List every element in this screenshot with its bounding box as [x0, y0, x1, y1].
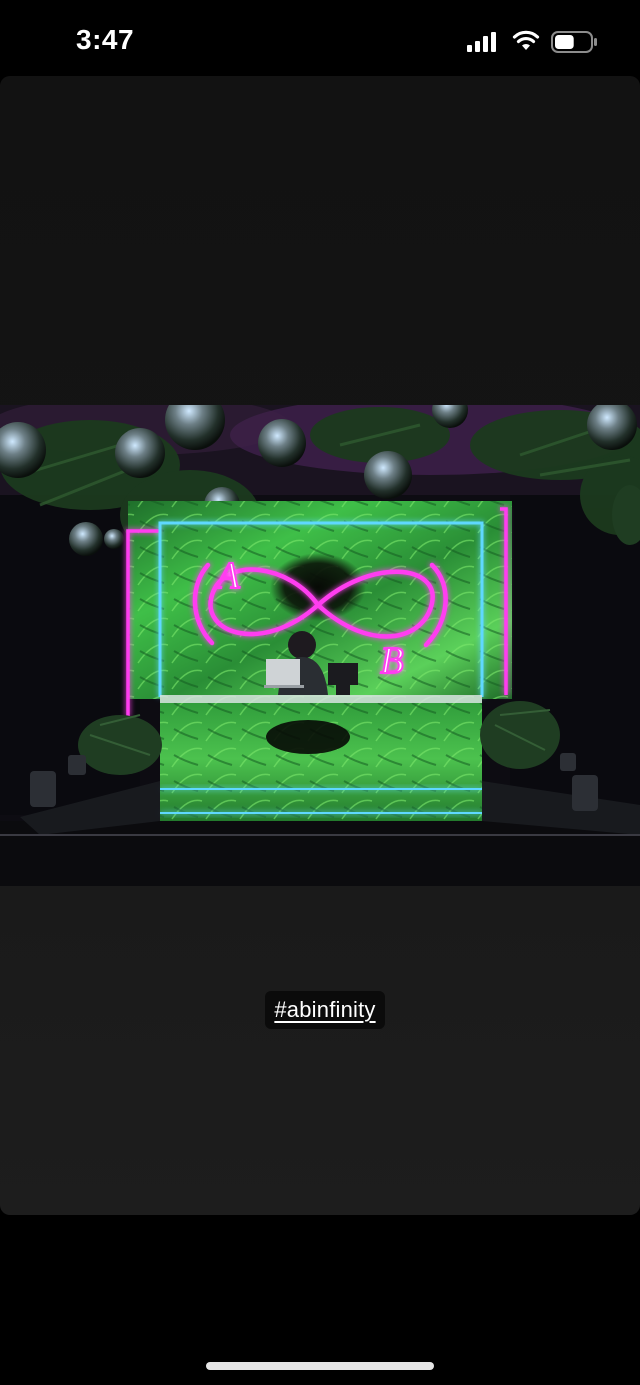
home-indicator[interactable] [206, 1362, 434, 1370]
story-viewer-screen: 3:47 A B #abinfinity [0, 0, 640, 1385]
hashtag-text[interactable]: #abinfinity [274, 997, 375, 1023]
monogram-letter-b: B [380, 640, 403, 682]
hashtag-sticker[interactable]: #abinfinity [265, 991, 385, 1029]
story-photo: A B [0, 405, 640, 886]
battery-icon [551, 31, 597, 53]
monogram-letter-a: A [213, 555, 240, 597]
story-card[interactable]: A B #abinfinity [0, 76, 640, 1215]
signal-icon [467, 32, 496, 52]
status-bar: 3:47 [0, 0, 640, 80]
status-time: 3:47 [76, 24, 135, 55]
wifi-icon [512, 30, 540, 50]
